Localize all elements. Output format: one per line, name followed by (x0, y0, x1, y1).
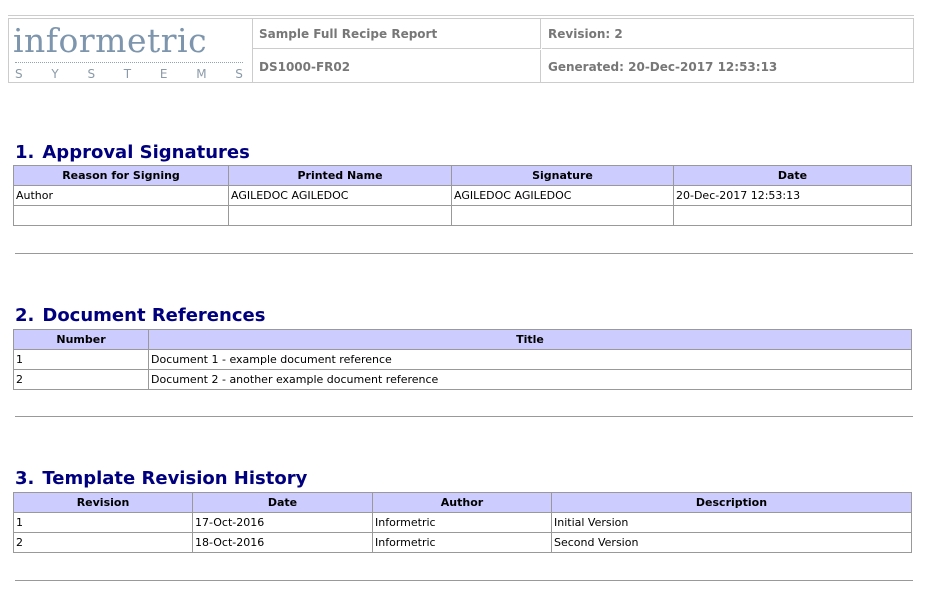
logo-letter: S (87, 67, 96, 81)
table-row: 2 Document 2 - another example document … (13, 369, 912, 390)
table-cell: Informetric (372, 512, 552, 533)
section-heading: 2. Document References (15, 305, 265, 326)
section-number: 3. (15, 468, 35, 489)
table-row: 1 17-Oct-2016 Informetric Initial Versio… (13, 512, 912, 533)
document-references-table: Number Title 1 Document 1 - example docu… (13, 329, 912, 390)
column-header: Reason for Signing (13, 165, 229, 186)
logo-letter: T (123, 67, 132, 81)
section-divider (15, 416, 913, 417)
table-row: 2 18-Oct-2016 Informetric Second Version (13, 532, 912, 553)
table-header-row: Reason for Signing Printed Name Signatur… (13, 165, 912, 186)
table-cell: 17-Oct-2016 (192, 512, 373, 533)
template-revision-history-table: Revision Date Author Description 1 17-Oc… (13, 492, 912, 553)
table-row (13, 205, 912, 226)
table-cell: AGILEDOC AGILEDOC (451, 185, 674, 206)
logo-letter: Y (51, 67, 59, 81)
table-header-row: Revision Date Author Description (13, 492, 912, 513)
generated-timestamp: Generated: 20-Dec-2017 12:53:13 (548, 59, 778, 74)
table-cell (451, 205, 674, 226)
column-header: Date (192, 492, 373, 513)
section-number: 1. (15, 142, 35, 163)
section-heading: 3. Template Revision History (15, 468, 307, 489)
table-cell (673, 205, 912, 226)
table-cell: Document 2 - another example document re… (148, 369, 912, 390)
revision-label: Revision: 2 (542, 19, 913, 49)
approval-signatures-table: Reason for Signing Printed Name Signatur… (13, 165, 912, 226)
table-cell: AGILEDOC AGILEDOC (228, 185, 452, 206)
table-cell (13, 205, 229, 226)
table-row: 1 Document 1 - example document referenc… (13, 349, 912, 370)
report-header: informetric S Y S T E M S Sample Full Re… (8, 15, 914, 83)
column-header: Title (148, 329, 912, 350)
section-divider (15, 580, 913, 581)
table-cell: Document 1 - example document reference (148, 349, 912, 370)
header-grid: informetric S Y S T E M S Sample Full Re… (8, 18, 914, 83)
table-row: Author AGILEDOC AGILEDOC AGILEDOC AGILED… (13, 185, 912, 206)
section-title: Template Revision History (42, 468, 308, 489)
logo-subtitle: S Y S T E M S (15, 67, 243, 81)
section-title: Approval Signatures (42, 142, 250, 163)
table-cell: Author (13, 185, 229, 206)
column-header: Author (372, 492, 552, 513)
column-header: Revision (13, 492, 193, 513)
logo-wordmark: informetric (13, 21, 208, 60)
section-title: Document References (42, 305, 266, 326)
column-header: Description (551, 492, 912, 513)
table-cell: 1 (13, 349, 149, 370)
table-header-row: Number Title (13, 329, 912, 350)
column-header: Date (673, 165, 912, 186)
table-cell: 20-Dec-2017 12:53:13 (673, 185, 912, 206)
table-cell: Informetric (372, 532, 552, 553)
logo-letter: M (196, 67, 207, 81)
column-header: Number (13, 329, 149, 350)
table-cell: Initial Version (551, 512, 912, 533)
table-cell: 2 (13, 532, 193, 553)
table-cell: 1 (13, 512, 193, 533)
table-cell: 2 (13, 369, 149, 390)
column-header: Printed Name (228, 165, 452, 186)
logo-letter: S (15, 67, 23, 81)
section-number: 2. (15, 305, 35, 326)
table-cell: 18-Oct-2016 (192, 532, 373, 553)
logo-letter: S (235, 67, 243, 81)
section-heading: 1. Approval Signatures (15, 142, 250, 163)
column-header: Signature (451, 165, 674, 186)
logo-dotted-rule (15, 62, 243, 63)
table-cell: Second Version (551, 532, 912, 553)
report-title: Sample Full Recipe Report (253, 19, 541, 49)
informetric-logo: informetric S Y S T E M S (9, 19, 253, 82)
document-code: DS1000-FR02 (253, 50, 541, 83)
table-cell (228, 205, 452, 226)
section-divider (15, 253, 913, 254)
logo-letter: E (159, 67, 168, 81)
